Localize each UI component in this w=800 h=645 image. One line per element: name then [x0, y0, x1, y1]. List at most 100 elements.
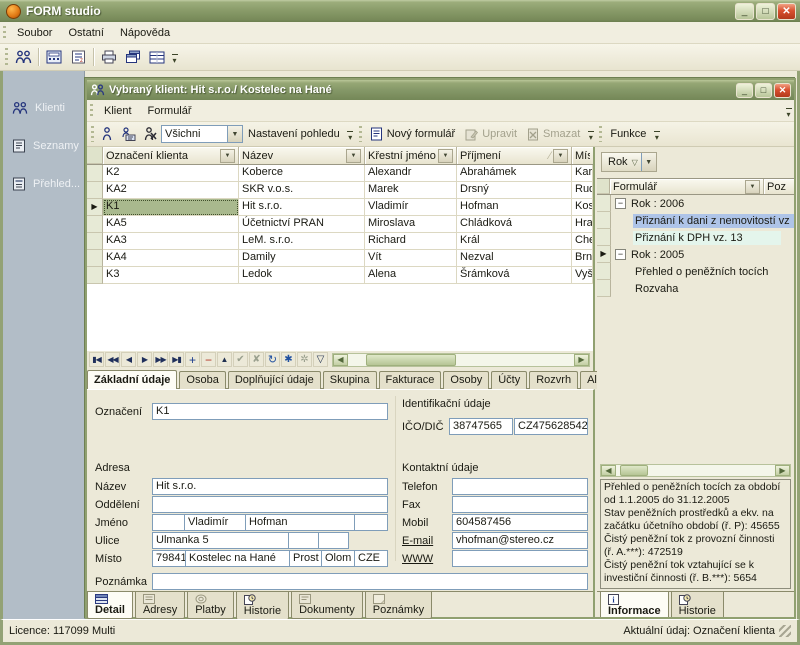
tab-historie-panel[interactable]: Historie — [671, 591, 724, 617]
tree-group-row[interactable]: −Rok : 2006 — [597, 195, 794, 212]
okres-field[interactable]: Prost — [289, 550, 322, 567]
poznamka-field[interactable] — [152, 573, 588, 590]
nav-filter-icon[interactable]: ▽ — [313, 352, 328, 367]
www-link-label[interactable]: WWW — [402, 553, 433, 565]
menu-formular[interactable]: Formulář — [140, 102, 200, 120]
table-row[interactable]: K2 Koberce Alexandr Abrahámek Karv — [87, 165, 593, 182]
column-filter-icon[interactable] — [553, 149, 568, 163]
column-header-misto[interactable]: Místo — [572, 147, 593, 164]
nav-goto-button[interactable]: ✲ — [297, 352, 312, 367]
dropdown-icon[interactable] — [227, 126, 242, 142]
mobil-field[interactable]: 604587456 — [452, 514, 588, 531]
tab-rozvrh[interactable]: Rozvrh — [529, 371, 578, 389]
tab-ucty[interactable]: Účty — [491, 371, 527, 389]
client-maximize-button[interactable]: □ — [755, 83, 772, 98]
prijmeni-field[interactable]: Hofman — [245, 514, 355, 531]
tab-zakladni-udaje[interactable]: Základní údaje — [87, 370, 177, 389]
menu-grip[interactable] — [2, 26, 7, 39]
lists-toolbar-button[interactable]: z — [66, 46, 90, 68]
nav-refresh-button[interactable]: ↻ — [265, 352, 280, 367]
ulice-field[interactable]: Ulmanka 5 — [152, 532, 289, 549]
tab-informace[interactable]: i Informace — [600, 591, 669, 617]
tab-fakturace[interactable]: Fakturace — [379, 371, 442, 389]
print-toolbar-button[interactable] — [97, 46, 121, 68]
tab-platby[interactable]: Platby — [187, 591, 234, 619]
scroll-left-icon[interactable]: ◀ — [601, 465, 616, 476]
table-row[interactable]: KA5 Účetnictví PRAN Miroslava Chládková … — [87, 216, 593, 233]
toolbar-grip[interactable] — [358, 126, 363, 142]
tree-group-row[interactable]: ▶ −Rok : 2005 — [597, 246, 794, 263]
column-filter-icon[interactable] — [745, 180, 760, 194]
table-row[interactable]: K3 Ledok Alena Šrámková Vyšk — [87, 267, 593, 284]
co-field[interactable] — [318, 532, 349, 549]
scroll-right-icon[interactable]: ▶ — [775, 465, 790, 476]
dic-field[interactable]: CZ475628542 — [514, 418, 588, 435]
client-edit-button[interactable] — [117, 123, 139, 145]
scroll-thumb[interactable] — [620, 465, 648, 476]
edit-form-button[interactable]: Upravit — [460, 126, 522, 143]
tab-osoba[interactable]: Osoba — [179, 371, 225, 389]
titul-field[interactable] — [152, 514, 185, 531]
resize-grip[interactable] — [779, 625, 791, 637]
email-link-label[interactable]: E-mail — [402, 535, 433, 547]
column-header-poznamka[interactable]: Poz — [764, 179, 794, 194]
table-row-selected[interactable]: ▶ K1 Hit s.r.o. Vladimír Hofman Kost — [87, 199, 593, 216]
nav-insert-button[interactable]: + — [185, 352, 200, 367]
client-filter-combobox[interactable]: Všichni — [161, 125, 243, 143]
menu-grip[interactable] — [89, 104, 94, 117]
column-header-nazev[interactable]: Název — [239, 147, 365, 164]
fax-field[interactable] — [452, 496, 588, 513]
scroll-right-icon[interactable]: ▶ — [574, 354, 589, 366]
jmeno-field[interactable]: Vladimír — [184, 514, 246, 531]
forms-horizontal-scrollbar[interactable]: ◀ ▶ — [600, 464, 791, 477]
toolbar-overflow-icon[interactable] — [585, 124, 596, 144]
tree-item-row[interactable]: Přiznání k dani z nemovitostí vz — [597, 212, 794, 229]
toolbar-grip[interactable] — [4, 48, 9, 66]
toolbar-grip[interactable] — [598, 126, 603, 142]
nav-fast-prev-button[interactable]: ◀◀ — [105, 352, 120, 367]
scroll-thumb[interactable] — [366, 354, 456, 366]
menu-overflow-icon[interactable] — [783, 101, 794, 121]
new-form-button[interactable]: Nový formulář — [365, 125, 460, 143]
nav-bookmark-button[interactable]: ✱ — [281, 352, 296, 367]
sidebar-item-prehled[interactable]: Přehled... — [3, 171, 84, 197]
client-new-button[interactable] — [97, 123, 117, 145]
view-settings-button[interactable]: Nastavení pohledu — [243, 126, 345, 142]
nav-prev-button[interactable]: ◀ — [121, 352, 136, 367]
table-row[interactable]: KA2 SKR v.o.s. Marek Drsný Rudn — [87, 182, 593, 199]
nav-cancel-button[interactable]: ✘ — [249, 352, 264, 367]
column-header-oznaceni[interactable]: Označení klienta — [103, 147, 239, 164]
titul2-field[interactable] — [354, 514, 388, 531]
group-by-rok-button[interactable]: Rok ▽ — [601, 152, 657, 172]
table-row[interactable]: KA3 LeM. s.r.o. Richard Král Cheb — [87, 233, 593, 250]
nav-next-button[interactable]: ▶ — [137, 352, 152, 367]
column-filter-icon[interactable] — [220, 149, 235, 163]
delete-form-button[interactable]: Smazat — [522, 126, 585, 143]
psc-field[interactable]: 79841 — [152, 550, 186, 567]
grid-horizontal-scrollbar[interactable]: ◀ ▶ — [332, 353, 590, 367]
misto-field[interactable]: Kostelec na Hané — [185, 550, 290, 567]
tree-item-row[interactable]: Přiznání k DPH vz. 13 — [597, 229, 794, 246]
calculator-toolbar-button[interactable] — [42, 46, 66, 68]
oznaceni-field[interactable]: K1 — [152, 403, 388, 420]
menu-ostatni[interactable]: Ostatní — [60, 24, 111, 42]
maximize-button[interactable]: □ — [756, 3, 775, 20]
column-filter-icon[interactable] — [346, 149, 361, 163]
minimize-button[interactable]: _ — [735, 3, 754, 20]
toolbar-overflow-icon[interactable] — [345, 124, 356, 144]
nav-edit-button[interactable]: ▲ — [217, 352, 232, 367]
nav-first-button[interactable]: ▮◀ — [89, 352, 104, 367]
column-header-prijmeni[interactable]: Příjmení∕ — [457, 147, 572, 164]
kraj-field[interactable]: Olom — [321, 550, 355, 567]
nazev-field[interactable]: Hit s.r.o. — [152, 478, 388, 495]
menu-napoveda[interactable]: Nápověda — [112, 24, 178, 42]
client-close-button[interactable]: ✕ — [774, 83, 791, 98]
tab-detail[interactable]: Detail — [87, 591, 133, 619]
table-row[interactable]: KA4 Damily Vít Nezval Brno — [87, 250, 593, 267]
column-filter-icon[interactable] — [438, 149, 453, 163]
tree-item-row[interactable]: Přehled o peněžních tocích — [597, 263, 794, 280]
dropdown-icon[interactable] — [641, 153, 656, 171]
functions-button[interactable]: Funkce — [605, 126, 651, 142]
stat-field[interactable]: CZE — [354, 550, 388, 567]
nav-delete-button[interactable]: − — [201, 352, 216, 367]
